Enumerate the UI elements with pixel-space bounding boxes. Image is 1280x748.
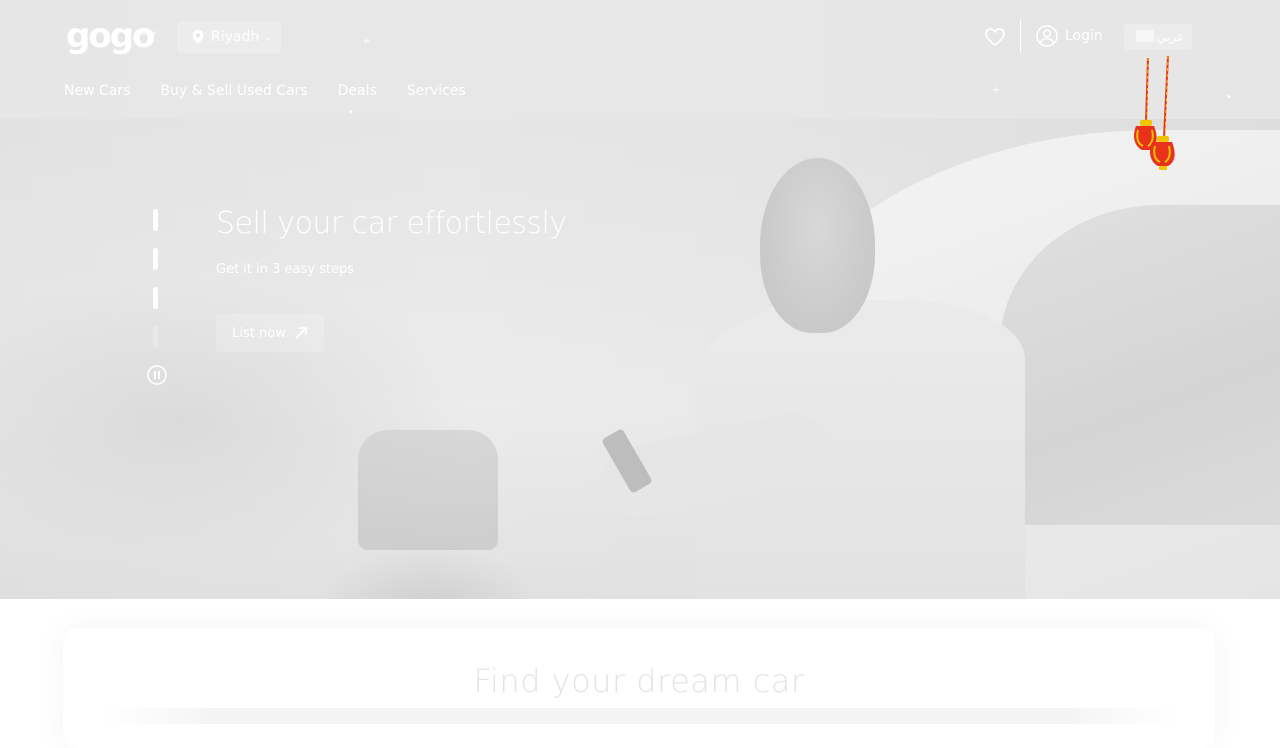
hero-person-head xyxy=(760,158,875,333)
login-button[interactable]: Login xyxy=(1036,25,1103,47)
city-label: Riyadh xyxy=(211,29,260,45)
nav-deals[interactable]: Deals xyxy=(338,80,377,102)
main-nav: New Cars Buy & Sell Used Cars Deals Serv… xyxy=(64,80,496,102)
nav-buy-sell-used-cars[interactable]: Buy & Sell Used Cars xyxy=(160,80,307,102)
language-switch[interactable]: عربي xyxy=(1124,24,1192,50)
list-now-label: List now xyxy=(232,325,286,341)
flag-icon xyxy=(1136,30,1154,42)
site-header: gogo motor Riyadh ⌄ New Cars Buy & Sell … xyxy=(0,0,1280,119)
lantern-decoration-icon xyxy=(1134,56,1175,170)
slide-indicator-2[interactable] xyxy=(153,248,158,270)
pause-icon[interactable] xyxy=(147,365,167,385)
heart-icon[interactable] xyxy=(984,26,1006,48)
gogo-logo[interactable]: gogo motor xyxy=(66,18,162,54)
language-label: عربي xyxy=(1156,30,1184,44)
sparkle-decoration: + xyxy=(362,36,371,47)
sparkle-decoration: + xyxy=(992,85,1001,96)
location-pin-icon xyxy=(192,30,204,44)
hero-title: Sell your car effortlessly xyxy=(216,206,567,241)
city-selector[interactable]: Riyadh ⌄ xyxy=(177,21,281,53)
hero-subtitle: Get it in 3 easy steps xyxy=(216,262,354,277)
nav-new-cars[interactable]: New Cars xyxy=(64,80,130,102)
user-circle-icon xyxy=(1036,25,1058,47)
nav-services[interactable]: Services xyxy=(407,80,466,102)
header-divider xyxy=(1020,19,1021,53)
chevron-down-icon: ⌄ xyxy=(264,31,273,43)
login-label: Login xyxy=(1065,28,1103,44)
search-fields-row xyxy=(103,708,1175,724)
hero-background-car xyxy=(358,430,498,550)
list-now-button[interactable]: List now xyxy=(216,314,324,352)
logo-suffix: motor xyxy=(135,30,156,37)
sparkle-decoration: • xyxy=(348,107,354,118)
sparkle-decoration: • xyxy=(1226,92,1232,103)
search-card: Find your dream car xyxy=(63,628,1215,748)
slide-indicator-3[interactable] xyxy=(153,287,158,309)
slide-indicator-4[interactable] xyxy=(153,326,158,348)
slide-indicator-1[interactable] xyxy=(153,209,158,231)
hero-car-window xyxy=(1000,205,1280,525)
search-title: Find your dream car xyxy=(473,662,805,700)
arrow-up-right-icon xyxy=(295,327,307,339)
